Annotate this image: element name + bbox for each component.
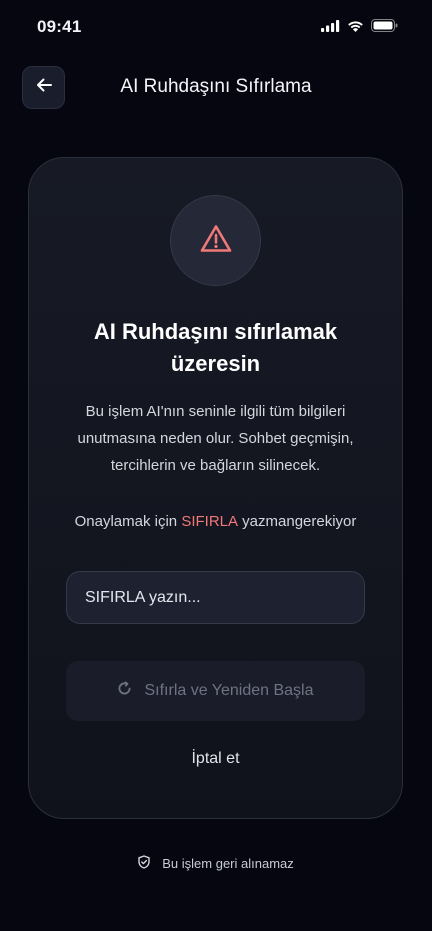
warning-triangle-icon xyxy=(200,224,232,258)
cancel-link[interactable]: İptal et xyxy=(29,750,402,768)
shield-check-icon xyxy=(138,855,150,872)
confirm-input[interactable] xyxy=(66,571,365,624)
confirm-suffix: yazmangerekiyor xyxy=(238,513,357,530)
confirm-instruction: Onaylamak için SIFIRLA yazmangerekiyor xyxy=(29,513,402,530)
card-heading: AI Ruhdaşını sıfırlamak üzeresin xyxy=(93,319,338,376)
battery-icon xyxy=(371,19,398,37)
page-title: AI Ruhdaşını Sıfırlama xyxy=(120,76,312,97)
reset-button-label: Sıfırla ve Yeniden Başla xyxy=(144,682,314,699)
status-icons xyxy=(321,19,398,37)
confirm-prefix: Onaylamak için xyxy=(74,513,182,530)
wifi-icon xyxy=(347,19,364,37)
footer-note-text: Bu işlem geri alınamaz xyxy=(162,856,294,871)
status-bar: 09:41 xyxy=(0,0,432,52)
confirm-keyword: SIFIRLA xyxy=(181,513,238,530)
header: AI Ruhdaşını Sıfırlama xyxy=(0,64,432,110)
refresh-icon xyxy=(117,681,132,701)
signal-icon xyxy=(321,19,340,37)
reset-button[interactable]: Sıfırla ve Yeniden Başla xyxy=(66,661,365,721)
card-description: Bu işlem AI'nın seninle ilgili tüm bilgi… xyxy=(77,403,354,474)
status-time: 09:41 xyxy=(37,17,82,36)
footer-note: Bu işlem geri alınamaz xyxy=(0,855,432,872)
reset-card: AI Ruhdaşını sıfırlamak üzeresin Bu işle… xyxy=(28,157,403,819)
warning-badge xyxy=(170,195,261,286)
